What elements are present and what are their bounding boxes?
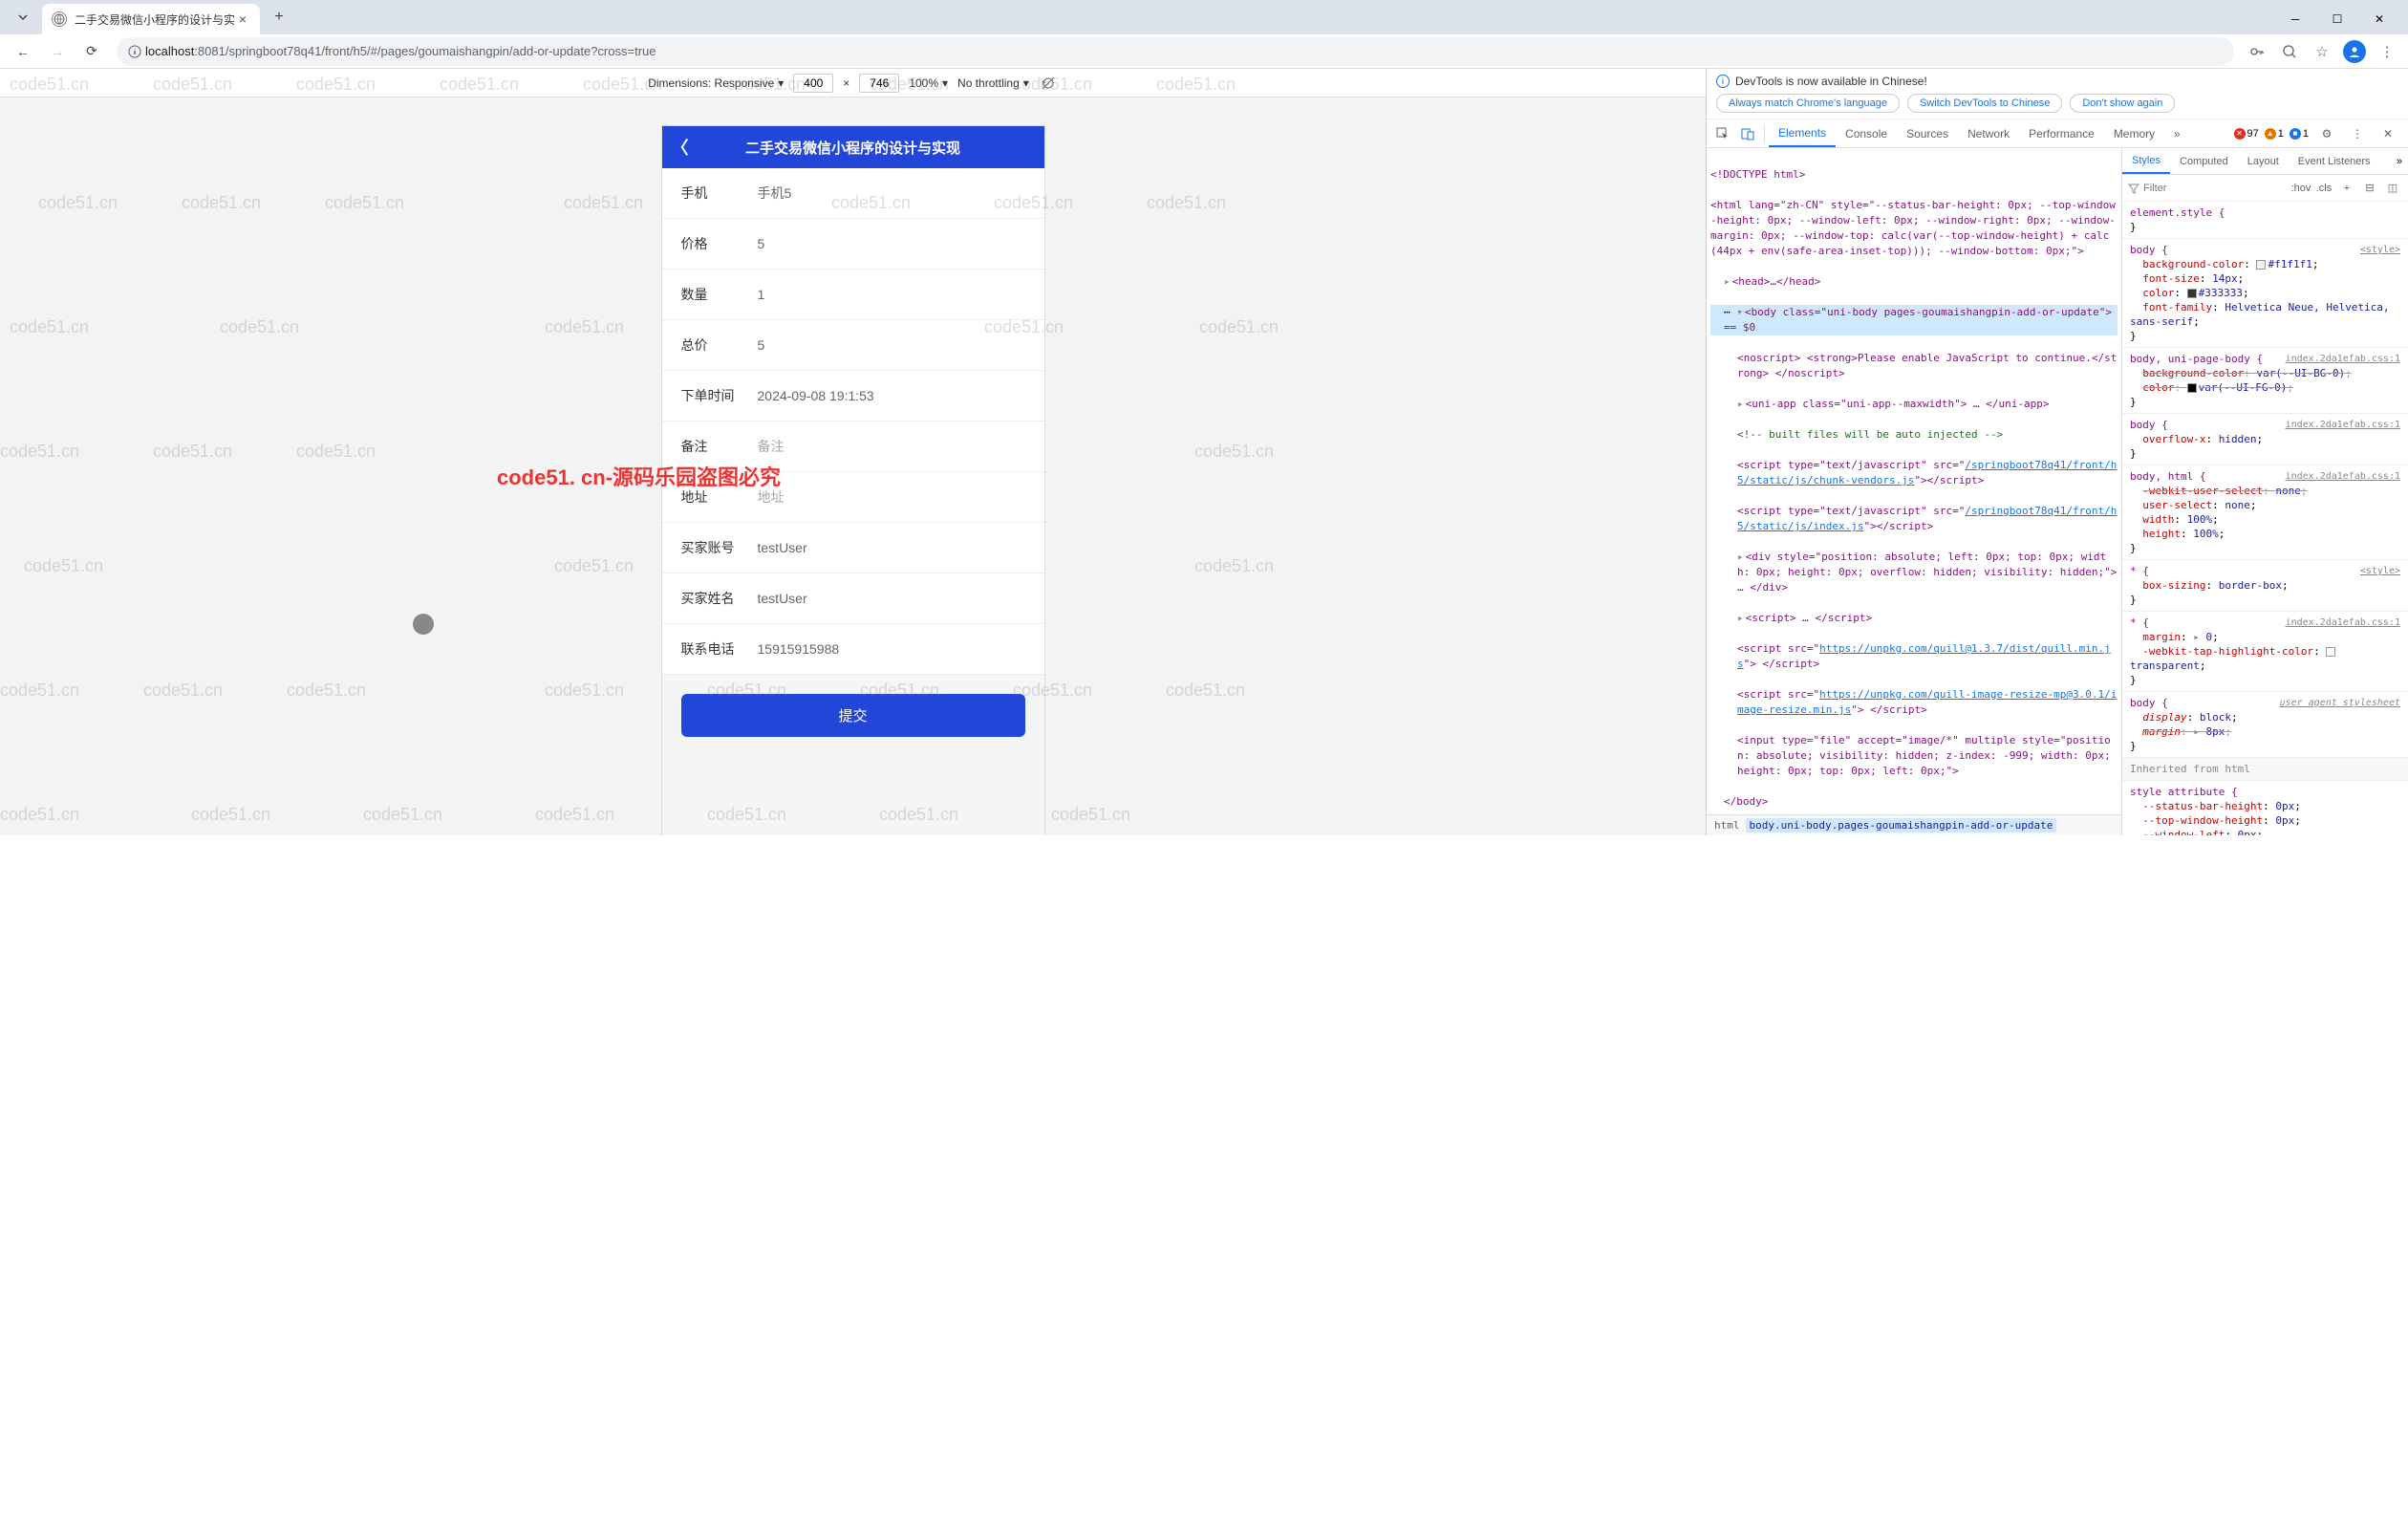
url-port: :8081 <box>194 44 226 58</box>
form-row: 手机手机5 <box>662 168 1044 219</box>
dimensions-select[interactable]: Dimensions: Responsive ▾ <box>648 76 784 90</box>
address-input[interactable] <box>758 489 1025 505</box>
switch-chinese-button[interactable]: Switch DevTools to Chinese <box>1907 94 2062 113</box>
new-tab-button[interactable]: + <box>266 4 292 31</box>
form-row: 下单时间2024-09-08 19:1:53 <box>662 371 1044 422</box>
device-width-input[interactable] <box>793 74 833 93</box>
filter-icon <box>2128 183 2139 194</box>
styles-tab-events[interactable]: Event Listeners <box>2289 148 2380 174</box>
cls-toggle[interactable]: .cls <box>2314 179 2333 198</box>
always-match-button[interactable]: Always match Chrome's language <box>1716 94 1900 113</box>
device-height-input[interactable] <box>859 74 899 93</box>
form-row: 备注 <box>662 422 1044 472</box>
more-tabs-icon[interactable]: » <box>2164 121 2189 146</box>
browser-tab[interactable]: 二手交易微信小程序的设计与实 × <box>42 4 260 34</box>
close-devtools-icon[interactable]: ✕ <box>2376 121 2400 146</box>
zoom-select[interactable]: 100% ▾ <box>909 76 948 90</box>
form-row: 价格5 <box>662 219 1044 270</box>
browser-menu-icon[interactable]: ⋮ <box>2374 38 2400 65</box>
tab-search-dropdown[interactable] <box>11 6 34 29</box>
styles-more-icon[interactable]: » <box>2391 156 2408 167</box>
close-tab-icon[interactable]: × <box>235 11 250 27</box>
form-row: 买家账号testUser <box>662 523 1044 573</box>
back-icon[interactable]: 〈 <box>672 135 689 160</box>
devtools-panel: iDevTools is now available in Chinese! A… <box>1707 69 2408 835</box>
new-rule-icon[interactable]: + <box>2337 179 2356 198</box>
tab-memory[interactable]: Memory <box>2104 119 2164 147</box>
form-row: 地址 <box>662 472 1044 523</box>
info-icon: i <box>1716 75 1730 88</box>
styles-tab-layout[interactable]: Layout <box>2238 148 2289 174</box>
device-toolbar: Dimensions: Responsive ▾ × 100% ▾ No thr… <box>0 69 1706 97</box>
tab-elements[interactable]: Elements <box>1769 119 1836 147</box>
sidebar-toggle-icon[interactable]: ◫ <box>2383 179 2402 198</box>
settings-icon[interactable]: ⚙ <box>2314 121 2339 146</box>
devtools-menu-icon[interactable]: ⋮ <box>2345 121 2370 146</box>
devtools-notice: iDevTools is now available in Chinese! A… <box>1707 69 2408 119</box>
throttling-select[interactable]: No throttling ▾ <box>957 76 1029 90</box>
tab-sources[interactable]: Sources <box>1897 119 1958 147</box>
form-row: 数量1 <box>662 270 1044 320</box>
hov-toggle[interactable]: :hov <box>2291 179 2311 198</box>
maximize-button[interactable]: ☐ <box>2316 4 2358 34</box>
styles-rules[interactable]: element.style {} <style>body { backgroun… <box>2122 202 2408 835</box>
form-row: 联系电话15915915988 <box>662 624 1044 675</box>
styles-tab-styles[interactable]: Styles <box>2122 148 2170 174</box>
minimize-button[interactable]: ─ <box>2274 4 2316 34</box>
close-window-button[interactable]: ✕ <box>2358 4 2400 34</box>
zoom-icon[interactable] <box>2276 38 2303 65</box>
rotate-icon[interactable] <box>1039 74 1058 93</box>
breadcrumb-item[interactable]: html <box>1714 819 1740 832</box>
url-bar[interactable]: localhost:8081/springboot78q41/front/h5/… <box>117 37 2234 66</box>
password-icon[interactable] <box>2244 38 2270 65</box>
browser-toolbar: ← → ⟳ localhost:8081/springboot78q41/fro… <box>0 34 2408 69</box>
mobile-preview: 〈 二手交易微信小程序的设计与实现 手机手机5 价格5 数量1 总价5 下单时间… <box>662 126 1044 835</box>
url-path: /springboot78q41/front/h5/#/pages/goumai… <box>226 44 656 58</box>
computed-toggle-icon[interactable]: ⊟ <box>2360 179 2379 198</box>
tab-network[interactable]: Network <box>1958 119 2019 147</box>
url-host: localhost <box>145 44 194 58</box>
styles-tab-computed[interactable]: Computed <box>2170 148 2238 174</box>
warn-badge[interactable]: ▲1 <box>2265 128 2284 140</box>
globe-icon <box>52 11 67 27</box>
form-row: 买家姓名testUser <box>662 573 1044 624</box>
dom-tree[interactable]: <!DOCTYPE html> <html lang="zh-CN" style… <box>1707 148 2121 814</box>
dom-breadcrumb: html body.uni-body.pages-goumaishangpin-… <box>1707 814 2121 835</box>
inspect-icon[interactable] <box>1710 121 1735 146</box>
form-row: 总价5 <box>662 320 1044 371</box>
device-mode-icon[interactable] <box>1735 121 1760 146</box>
form-body: 手机手机5 价格5 数量1 总价5 下单时间2024-09-08 19:1:53… <box>662 168 1044 835</box>
dont-show-button[interactable]: Don't show again <box>2070 94 2175 113</box>
tab-title: 二手交易微信小程序的设计与实 <box>75 11 235 28</box>
devtools-tabs: Elements Console Sources Network Perform… <box>1707 119 2408 148</box>
breadcrumb-item[interactable]: body.uni-body.pages-goumaishangpin-add-o… <box>1746 818 2057 832</box>
tab-console[interactable]: Console <box>1836 119 1897 147</box>
error-badge[interactable]: ✕97 <box>2234 128 2259 140</box>
issue-badge[interactable]: ■1 <box>2290 128 2309 140</box>
browser-titlebar: 二手交易微信小程序的设计与实 × + ─ ☐ ✕ <box>0 0 2408 34</box>
forward-button[interactable]: → <box>42 36 73 67</box>
submit-button[interactable]: 提交 <box>681 694 1025 737</box>
styles-pane: Styles Computed Layout Event Listeners »… <box>2121 148 2408 835</box>
window-controls: ─ ☐ ✕ <box>2274 4 2400 34</box>
app-title: 二手交易微信小程序的设计与实现 <box>745 138 960 158</box>
remark-input[interactable] <box>758 439 1025 454</box>
styles-filter-input[interactable] <box>2143 183 2288 194</box>
reload-button[interactable]: ⟳ <box>76 36 107 67</box>
profile-avatar[interactable] <box>2341 38 2368 65</box>
tab-performance[interactable]: Performance <box>2019 119 2104 147</box>
site-info-icon[interactable] <box>128 45 141 58</box>
back-button[interactable]: ← <box>8 36 38 67</box>
bookmark-icon[interactable]: ☆ <box>2309 38 2335 65</box>
touch-cursor <box>413 614 434 635</box>
app-header: 〈 二手交易微信小程序的设计与实现 <box>662 126 1044 168</box>
